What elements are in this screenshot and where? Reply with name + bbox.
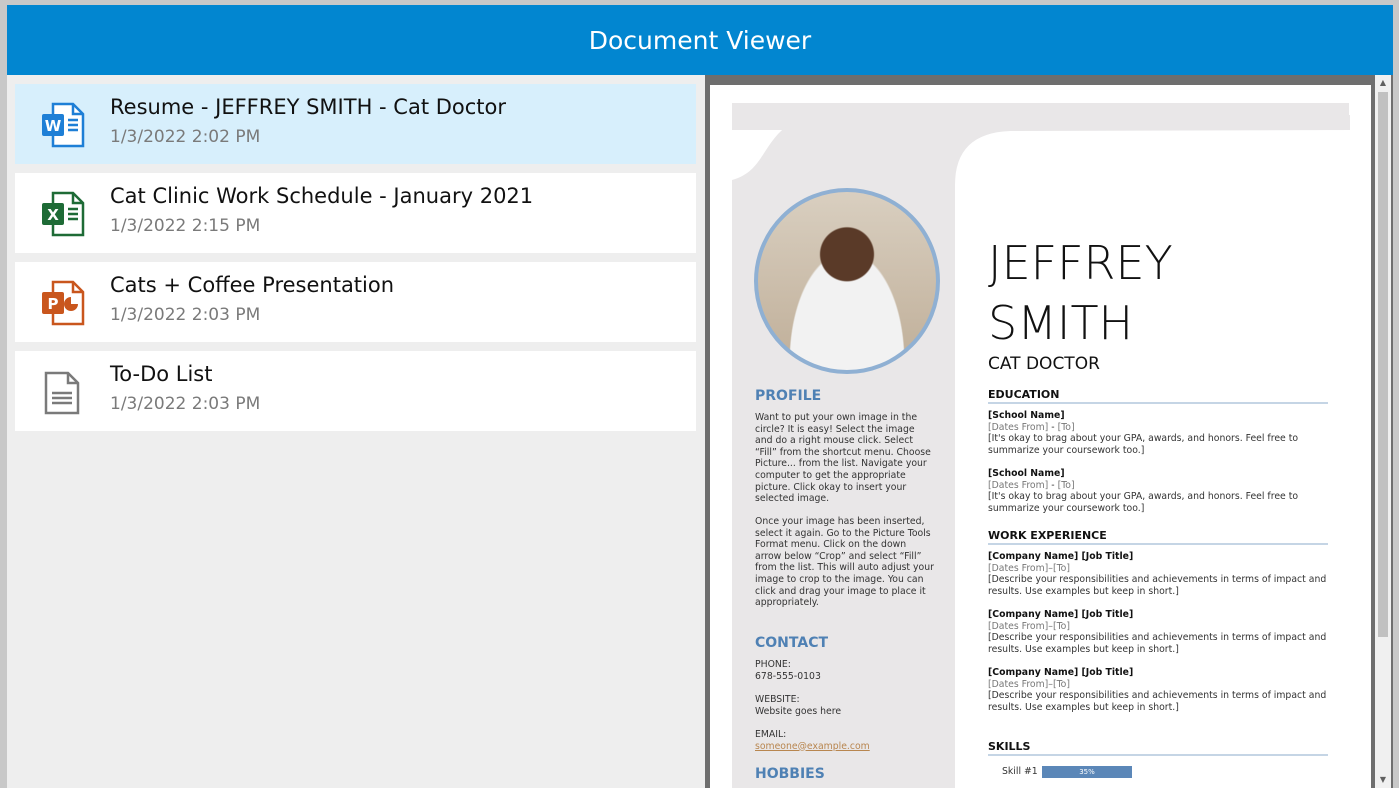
work-entry: [Company Name] [Job Title] [Dates From]–[… [988, 609, 1327, 655]
document-title: Resume - JEFFREY SMITH - Cat Doctor [110, 95, 507, 119]
education-entry: [School Name] [Dates From] - [To] [It's ok… [988, 410, 1299, 456]
svg-text:P: P [48, 295, 59, 313]
svg-text:W: W [45, 117, 62, 135]
profile-heading: PROFILE [755, 388, 822, 404]
resume-name: JEFFREY SMITH [988, 236, 1173, 350]
scroll-down-arrow-icon[interactable]: ▼ [1375, 772, 1391, 788]
document-list-item[interactable]: P Cats + Coffee Presentation 1/3/2022 2:03… [15, 262, 696, 342]
text-file-icon [41, 369, 85, 415]
document-date: 1/3/2022 2:03 PM [110, 305, 261, 325]
work-entry: [Company Name] [Job Title] [Dates From]–[… [988, 667, 1327, 713]
document-date: 1/3/2022 2:03 PM [110, 394, 261, 414]
contact-website: WEBSITE: Website goes here [755, 694, 842, 717]
app-header: Document Viewer [7, 5, 1393, 75]
document-page: JEFFREY SMITH CAT DOCTOR PROFILE Want to … [710, 85, 1371, 788]
skill-row: Skill #1 35% [1002, 766, 1302, 780]
app-window: Document Viewer W Resume - JEFFREY SMITH … [7, 5, 1393, 788]
scrollbar-thumb[interactable] [1378, 92, 1388, 637]
work-heading: WORK EXPERIENCE [988, 529, 1328, 545]
education-entry: [School Name] [Dates From] - [To] [It's ok… [988, 468, 1299, 514]
skill-bar: 35% [1042, 766, 1132, 778]
document-list-item[interactable]: W Resume - JEFFREY SMITH - Cat Doctor 1/3/… [15, 84, 696, 164]
document-list: W Resume - JEFFREY SMITH - Cat Doctor 1/3/… [7, 75, 705, 788]
contact-phone: PHONE: 678-555-0103 [755, 659, 821, 682]
contact-heading: CONTACT [755, 635, 829, 651]
education-heading: EDUCATION [988, 388, 1328, 404]
document-title: To-Do List [110, 362, 213, 386]
document-list-item[interactable]: X Cat Clinic Work Schedule - January 2021… [15, 173, 696, 253]
viewer-scrollbar[interactable]: ▲ ▼ [1375, 75, 1391, 788]
profile-photo [754, 188, 940, 374]
profile-text-2: Once your image has been inserted, selec… [755, 516, 934, 609]
profile-text-1: Want to put your own image in the circle… [755, 412, 931, 505]
powerpoint-icon: P [41, 280, 85, 326]
document-title: Cat Clinic Work Schedule - January 2021 [110, 184, 534, 208]
skills-heading: SKILLS [988, 740, 1328, 756]
document-title: Cats + Coffee Presentation [110, 273, 395, 297]
word-icon: W [41, 102, 85, 148]
document-date: 1/3/2022 2:15 PM [110, 216, 261, 236]
excel-icon: X [41, 191, 85, 237]
app-title: Document Viewer [588, 25, 812, 55]
hobbies-heading: HOBBIES [755, 766, 825, 782]
resume-role: CAT DOCTOR [988, 354, 1100, 374]
document-viewer: JEFFREY SMITH CAT DOCTOR PROFILE Want to … [705, 75, 1393, 788]
scroll-up-arrow-icon[interactable]: ▲ [1375, 75, 1391, 91]
document-date: 1/3/2022 2:02 PM [110, 127, 261, 147]
contact-email: EMAIL: someone@example.com [755, 729, 935, 752]
work-entry: [Company Name] [Job Title] [Dates From]–[… [988, 551, 1327, 597]
email-link[interactable]: someone@example.com [755, 741, 935, 753]
svg-text:X: X [47, 206, 59, 224]
document-list-item[interactable]: To-Do List 1/3/2022 2:03 PM [15, 351, 696, 431]
